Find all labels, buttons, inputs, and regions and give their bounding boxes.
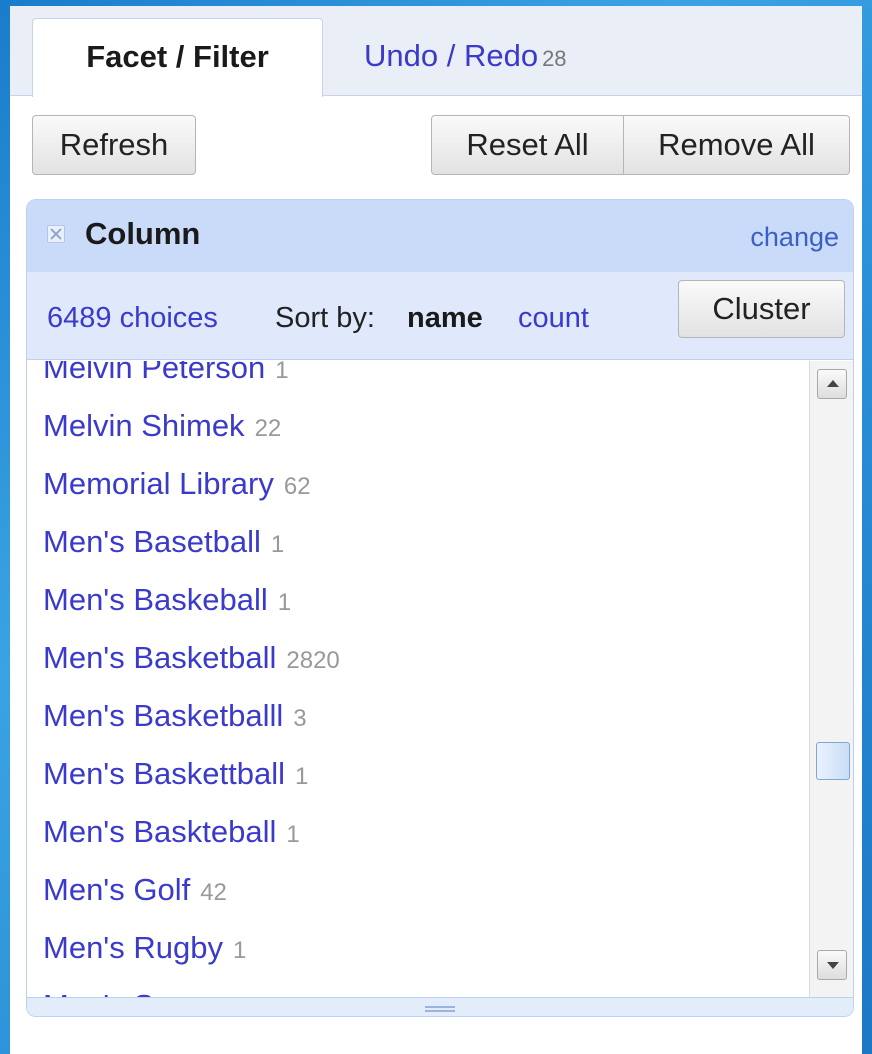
facet-choice-list[interactable]: Melvin Peterson 1 Melvin Shimek 22 Memoria…	[27, 361, 807, 997]
choice-count: 1	[294, 763, 309, 790]
facet-resize-handle[interactable]	[27, 997, 853, 1016]
tab-facet-filter[interactable]: Facet / Filter	[32, 18, 323, 97]
choice-label[interactable]: Men's Rugby	[43, 930, 223, 965]
choice-count: 1	[277, 589, 292, 616]
facet-controls: 6489 choices Sort by: name count Cluster	[27, 272, 853, 360]
facet-box: Column change 6489 choices Sort by: name…	[26, 199, 854, 1017]
tab-bar: Facet / Filter Undo / Redo 28	[10, 6, 862, 97]
list-item[interactable]: Men's Basketballl 3	[43, 687, 307, 745]
choice-count: 1	[286, 821, 300, 848]
list-item[interactable]: Men's Baskteball 1	[43, 803, 300, 861]
scroll-down-icon[interactable]	[817, 950, 847, 980]
choice-label[interactable]: Men's Soccer	[43, 988, 230, 997]
choice-label[interactable]: Men's Basketball	[43, 640, 276, 675]
list-scrollbar[interactable]	[809, 361, 853, 997]
choice-label[interactable]: Melvin Peterson	[43, 361, 265, 385]
choice-label[interactable]: Memorial Library	[43, 466, 274, 501]
choice-count: 1	[275, 361, 289, 384]
facet-header: Column change	[27, 200, 853, 272]
sort-by-count-link[interactable]: count	[518, 298, 589, 338]
close-icon[interactable]	[47, 225, 65, 243]
change-link[interactable]: change	[750, 220, 839, 254]
list-item[interactable]: Memorial Library 62	[43, 455, 311, 513]
reset-all-button[interactable]: Reset All	[431, 115, 624, 175]
choice-count: 42	[200, 879, 227, 906]
list-item[interactable]: Men's Soccer37	[43, 977, 267, 997]
choice-label[interactable]: Men's Baskeball	[43, 582, 268, 617]
list-item[interactable]: Men's Basetball 1	[43, 513, 284, 571]
choice-label[interactable]: Men's Basetball	[43, 524, 261, 559]
sort-by-name: name	[407, 302, 483, 334]
sort-by-label: Sort by:	[275, 302, 375, 334]
list-item[interactable]: Men's Golf 42	[43, 861, 227, 919]
scroll-thumb[interactable]	[816, 742, 850, 780]
choice-count: 3	[293, 705, 307, 732]
list-item[interactable]: Men's Baskeball 1	[43, 571, 291, 629]
list-item[interactable]: Men's Baskettball 1	[43, 745, 308, 803]
list-item[interactable]: Men's Rugby 1	[43, 919, 246, 977]
list-item[interactable]: Men's Basketball 2820	[43, 629, 340, 687]
cluster-button[interactable]: Cluster	[678, 280, 845, 338]
tab-undo-redo-label: Undo / Redo	[364, 38, 539, 73]
choice-label[interactable]: Melvin Shimek	[43, 408, 245, 443]
choices-count-link[interactable]: 6489 choices	[47, 298, 218, 338]
list-item[interactable]: Melvin Peterson 1	[43, 361, 289, 397]
choice-label[interactable]: Men's Basketballl	[43, 698, 283, 733]
left-panel: Facet / Filter Undo / Redo 28 Refresh Res…	[10, 6, 862, 1054]
choice-count: 22	[254, 415, 282, 442]
choice-count: 62	[283, 473, 311, 500]
scroll-up-icon[interactable]	[817, 369, 847, 399]
choice-count: 2820	[286, 647, 340, 674]
tab-facet-filter-label: Facet / Filter	[86, 39, 269, 74]
refresh-button[interactable]: Refresh	[32, 115, 196, 175]
remove-all-button[interactable]: Remove All	[624, 115, 850, 175]
list-item[interactable]: Melvin Shimek 22	[43, 397, 281, 455]
facet-title: Column	[85, 216, 201, 251]
tab-undo-redo[interactable]: Undo / Redo 28	[364, 18, 644, 97]
choice-count: 1	[270, 531, 285, 558]
choice-label[interactable]: Men's Golf	[43, 872, 190, 907]
choice-label[interactable]: Men's Baskettball	[43, 756, 285, 791]
grip-icon	[425, 1006, 455, 1012]
undo-count: 28	[542, 46, 567, 71]
choice-count: 1	[232, 937, 247, 964]
choice-label[interactable]: Men's Baskteball	[43, 814, 276, 849]
